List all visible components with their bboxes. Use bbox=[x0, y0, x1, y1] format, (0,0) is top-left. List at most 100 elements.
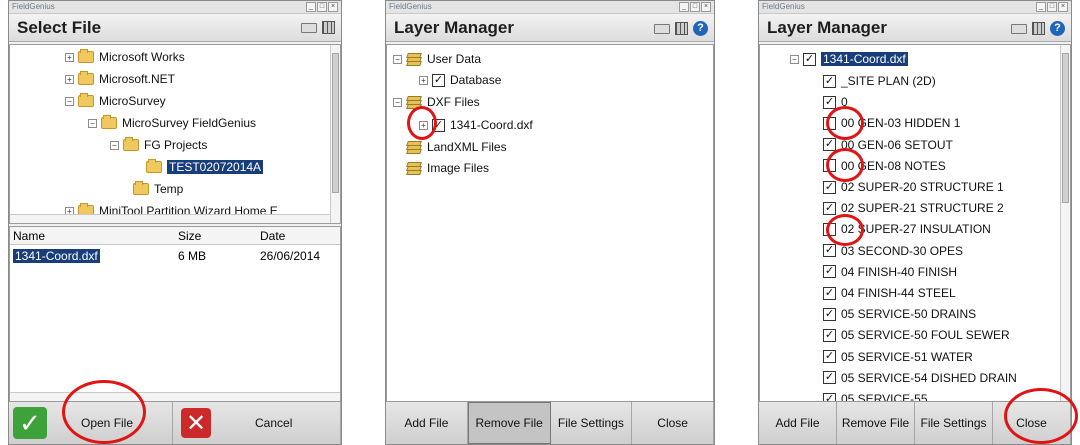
layer-row[interactable]: ✓ 05 SERVICE-51 WATER bbox=[823, 347, 973, 367]
tree-item[interactable]: Image Files bbox=[406, 158, 489, 178]
file-settings-button[interactable]: File Settings bbox=[550, 402, 633, 444]
layer-row[interactable]: 02 SUPER-27 INSULATION bbox=[823, 219, 991, 239]
expand-icon[interactable]: + bbox=[419, 75, 428, 85]
root-file-item[interactable]: − ✓ 1341-Coord.dxf bbox=[790, 49, 908, 69]
collapse-icon[interactable]: − bbox=[393, 97, 402, 107]
minimize-button[interactable]: _ bbox=[306, 2, 316, 12]
collapse-icon[interactable]: − bbox=[790, 54, 799, 64]
remove-file-button[interactable]: Remove File bbox=[837, 402, 915, 444]
file-row[interactable]: 1341-Coord.dxf 6 MB 26/06/2014 bbox=[10, 247, 340, 265]
grid-icon[interactable] bbox=[675, 22, 688, 35]
grid-icon[interactable] bbox=[1032, 22, 1045, 35]
layer-row[interactable]: ✓ 04 FINISH-44 STEEL bbox=[823, 283, 956, 303]
layer-checkbox[interactable] bbox=[823, 159, 836, 173]
add-file-button[interactable]: Add File bbox=[759, 402, 837, 444]
collapse-icon[interactable]: − bbox=[393, 54, 402, 64]
tree-item[interactable]: − FG Projects bbox=[110, 135, 207, 155]
layer-checkbox[interactable]: ✓ bbox=[823, 180, 836, 194]
layer-row[interactable]: ✓ 02 SUPER-20 STRUCTURE 1 bbox=[823, 177, 1004, 197]
layer-checkbox[interactable]: ✓ bbox=[823, 307, 836, 321]
column-date[interactable]: Date bbox=[260, 229, 285, 243]
tree-item-selected[interactable]: TEST02072014A bbox=[146, 157, 264, 177]
layer-checkbox[interactable]: ✓ bbox=[823, 286, 836, 300]
layer-checkbox[interactable] bbox=[823, 222, 836, 236]
layer-scrollbar[interactable] bbox=[1060, 45, 1070, 401]
layer-row[interactable]: ✓ 05 SERVICE-50 DRAINS bbox=[823, 304, 976, 324]
column-name[interactable]: Name bbox=[13, 229, 45, 243]
tree-item[interactable]: + ✓ 1341-Coord.dxf bbox=[419, 115, 533, 135]
tree-item[interactable]: + ✓ Database bbox=[419, 70, 501, 90]
layer-row[interactable]: ✓ 05 SERVICE-50 FOUL SEWER bbox=[823, 325, 1010, 345]
expand-icon[interactable]: + bbox=[65, 74, 74, 84]
list-hscrollbar[interactable] bbox=[10, 392, 340, 401]
layer-tree[interactable]: − User Data + ✓ Database − DXF Files + ✓… bbox=[386, 44, 714, 402]
layer-row[interactable]: 00 GEN-03 HIDDEN 1 bbox=[823, 113, 960, 133]
folder-tree[interactable]: + Microsoft Works + Microsoft.NET − Micr… bbox=[9, 44, 341, 224]
close-window-button[interactable]: × bbox=[328, 2, 338, 12]
close-window-button[interactable]: × bbox=[1058, 2, 1068, 12]
tree-item[interactable]: + Microsoft.NET bbox=[65, 69, 175, 89]
tree-item[interactable]: − MicroSurvey bbox=[65, 91, 166, 111]
layer-row[interactable]: ✓ 02 SUPER-21 STRUCTURE 2 bbox=[823, 198, 1004, 218]
tree-item[interactable]: − User Data bbox=[393, 49, 481, 69]
tree-item[interactable]: Temp bbox=[133, 179, 183, 199]
maximize-button[interactable]: □ bbox=[690, 2, 700, 12]
keyboard-icon[interactable] bbox=[1011, 23, 1027, 34]
help-icon[interactable]: ? bbox=[693, 21, 708, 36]
maximize-button[interactable]: □ bbox=[317, 2, 327, 12]
layer-checkbox[interactable]: ✓ bbox=[823, 201, 836, 215]
add-file-button[interactable]: Add File bbox=[386, 402, 468, 444]
column-size[interactable]: Size bbox=[178, 229, 201, 243]
close-button[interactable]: Close bbox=[632, 402, 714, 444]
layer-row[interactable]: 00 GEN-08 NOTES bbox=[823, 156, 946, 176]
layer-row[interactable]: ✓ 05 SERVICE-54 DISHED DRAIN bbox=[823, 368, 1017, 388]
window-title: FieldGenius bbox=[389, 2, 432, 11]
collapse-icon[interactable]: − bbox=[88, 118, 97, 128]
layer-checkbox[interactable]: ✓ bbox=[432, 118, 445, 132]
layer-checkbox[interactable]: ✓ bbox=[823, 138, 836, 152]
layer-checkbox[interactable]: ✓ bbox=[823, 371, 836, 385]
file-list-header: Name Size Date bbox=[10, 227, 340, 245]
tree-item[interactable]: − DXF Files bbox=[393, 92, 480, 112]
layer-checkbox[interactable]: ✓ bbox=[823, 95, 836, 109]
layer-label: 02 SUPER-20 STRUCTURE 1 bbox=[841, 180, 1004, 194]
remove-file-button[interactable]: Remove File bbox=[467, 402, 551, 444]
expand-icon[interactable]: + bbox=[65, 52, 74, 62]
layer-row[interactable]: ✓ 00 GEN-06 SETOUT bbox=[823, 135, 953, 155]
tree-item[interactable]: − MicroSurvey FieldGenius bbox=[88, 113, 256, 133]
layer-checkbox[interactable]: ✓ bbox=[803, 52, 816, 66]
layer-checkbox[interactable]: ✓ bbox=[823, 74, 836, 88]
layer-checkbox[interactable]: ✓ bbox=[823, 350, 836, 364]
keyboard-icon[interactable] bbox=[654, 23, 670, 34]
layer-row[interactable]: ✓ 0 bbox=[823, 92, 848, 112]
collapse-icon[interactable]: − bbox=[65, 96, 74, 106]
layer-row[interactable]: ✓ 04 FINISH-40 FINISH bbox=[823, 262, 957, 282]
layer-row[interactable]: ✓ _SITE PLAN (2D) bbox=[823, 71, 936, 91]
layer-checkbox[interactable]: ✓ bbox=[823, 265, 836, 279]
layer-checkbox[interactable]: ✓ bbox=[432, 73, 445, 87]
checkmark-icon: ✓ bbox=[13, 407, 47, 439]
layer-checkbox[interactable]: ✓ bbox=[823, 244, 836, 258]
file-list[interactable]: Name Size Date 1341-Coord.dxf 6 MB 26/06… bbox=[9, 226, 341, 402]
maximize-button[interactable]: □ bbox=[1047, 2, 1057, 12]
open-file-button[interactable]: ✓ Open File bbox=[9, 402, 173, 444]
tree-item[interactable]: LandXML Files bbox=[406, 137, 507, 157]
help-icon[interactable]: ? bbox=[1050, 21, 1065, 36]
layer-list[interactable]: − ✓ 1341-Coord.dxf ✓ _SITE PLAN (2D) ✓ 0 00 … bbox=[759, 44, 1071, 406]
tree-item[interactable]: + Microsoft Works bbox=[65, 47, 185, 67]
layer-checkbox[interactable] bbox=[823, 116, 836, 130]
tree-hscrollbar[interactable] bbox=[10, 214, 330, 223]
file-settings-button[interactable]: File Settings bbox=[915, 402, 993, 444]
layer-checkbox[interactable]: ✓ bbox=[823, 328, 836, 342]
grid-icon[interactable] bbox=[322, 21, 335, 34]
keyboard-icon[interactable] bbox=[301, 22, 317, 33]
collapse-icon[interactable]: − bbox=[110, 140, 119, 150]
expand-icon[interactable]: + bbox=[419, 120, 428, 130]
close-button[interactable]: Close bbox=[993, 402, 1071, 444]
minimize-button[interactable]: _ bbox=[1036, 2, 1046, 12]
layer-row[interactable]: ✓ 03 SECOND-30 OPES bbox=[823, 241, 963, 261]
cancel-button[interactable]: ✕ Cancel bbox=[173, 402, 341, 444]
minimize-button[interactable]: _ bbox=[679, 2, 689, 12]
tree-scrollbar[interactable] bbox=[330, 45, 340, 223]
close-window-button[interactable]: × bbox=[701, 2, 711, 12]
